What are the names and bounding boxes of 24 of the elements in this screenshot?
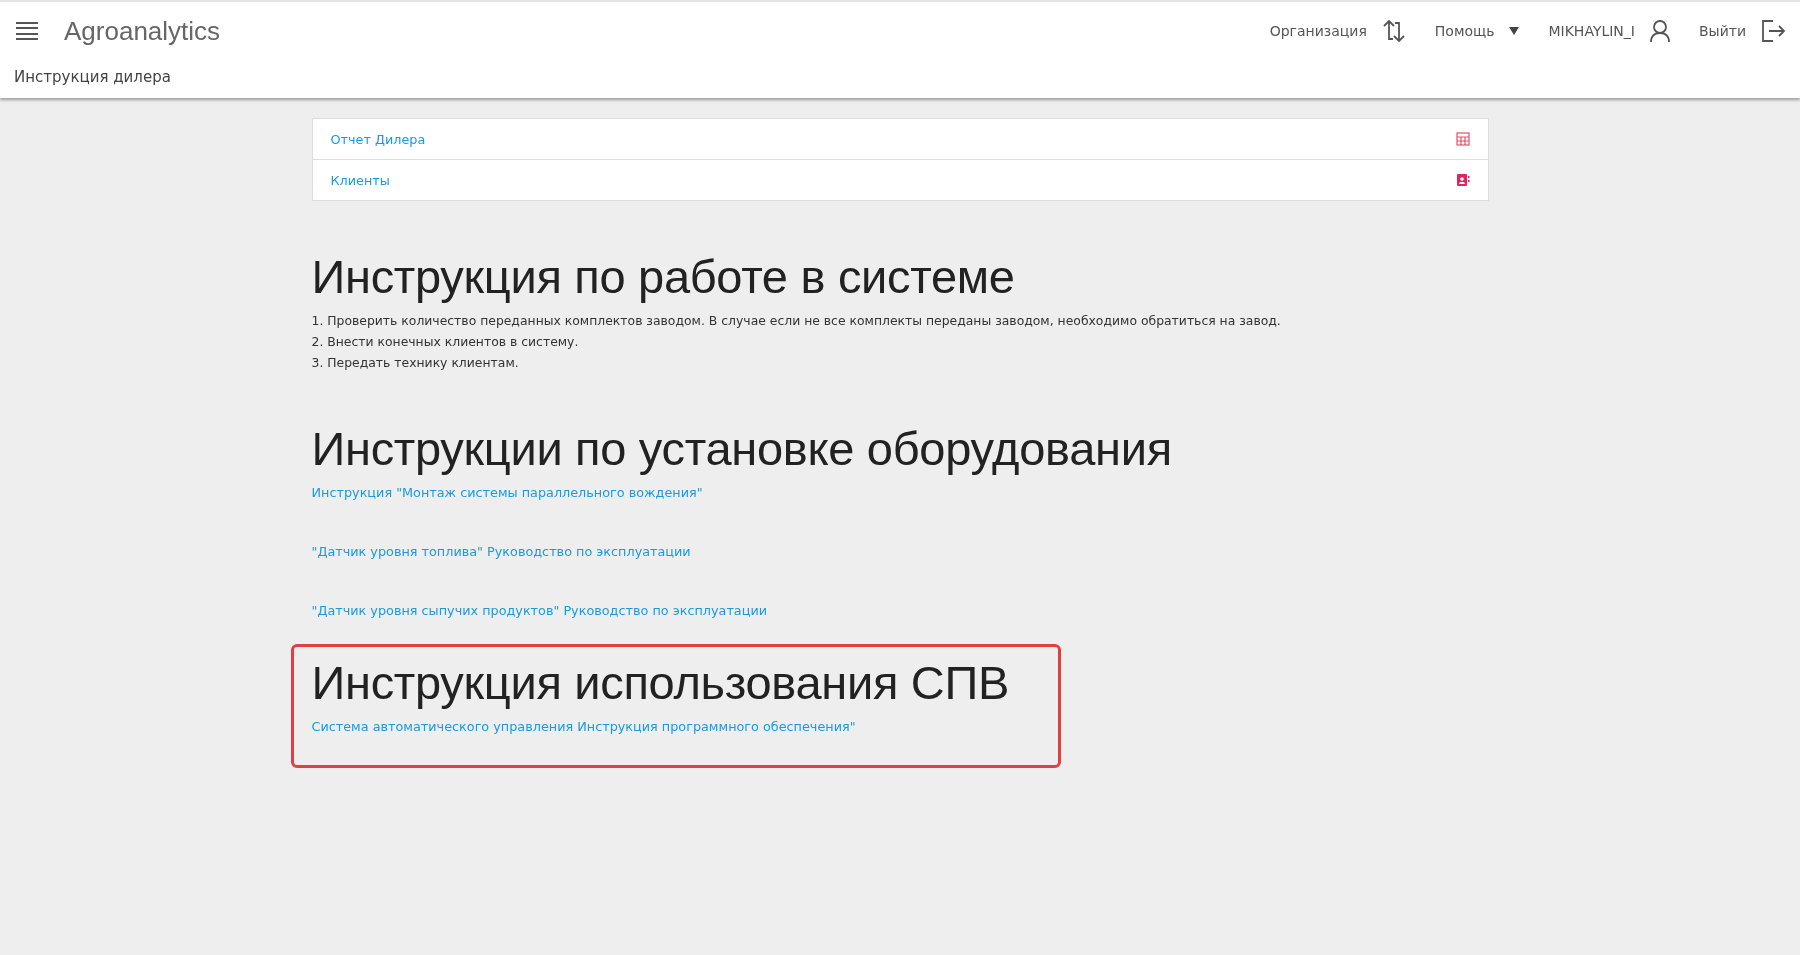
instruction-step: 1. Проверить количество переданных комплектов заводом. В случае если не все комплекты переданы заводом, необходимо обратиться на завод. xyxy=(311,310,1489,331)
nav-link[interactable]: Помощь xyxy=(1434,23,1495,39)
nav-link[interactable]: MIKHAYLIN_I xyxy=(1548,23,1635,39)
page-title: Инструкция дилера xyxy=(13,67,172,86)
app-title: Agroanalytics xyxy=(64,15,222,47)
contact-book-icon xyxy=(1455,173,1470,187)
user-icon[interactable] xyxy=(1649,19,1671,43)
document-link[interactable]: Система автоматического управления Инструкция программного обеспечения" xyxy=(311,719,856,734)
section-heading: Инструкция использования СПВ xyxy=(311,655,1010,710)
list-link[interactable]: Клиенты xyxy=(330,172,390,188)
instruction-step: 2. Внести конечных клиентов в систему. xyxy=(311,331,1489,352)
document-link[interactable]: Инструкция "Монтаж системы параллельного вождения" xyxy=(311,485,703,500)
section-heading: Инструкция по работе в системе xyxy=(311,249,1016,304)
instruction-step: 3. Передать технику клиентам. xyxy=(311,352,1489,373)
section-heading: Инструкции по установке оборудования xyxy=(311,421,1173,476)
table-icon xyxy=(1455,132,1470,146)
document-link[interactable]: "Датчик уровня сыпучих продуктов" Руководство по эксплуатации xyxy=(311,603,768,618)
document-link[interactable]: "Датчик уровня топлива" Руководство по эксплуатации xyxy=(311,544,691,559)
logout-icon[interactable] xyxy=(1760,19,1786,43)
list-link[interactable]: Отчет Дилера xyxy=(330,131,426,147)
nav-link[interactable]: Выйти xyxy=(1699,23,1746,39)
nav-link[interactable]: Организация xyxy=(1269,23,1367,39)
menu-icon[interactable] xyxy=(16,22,38,40)
caret-icon[interactable] xyxy=(1508,26,1521,36)
